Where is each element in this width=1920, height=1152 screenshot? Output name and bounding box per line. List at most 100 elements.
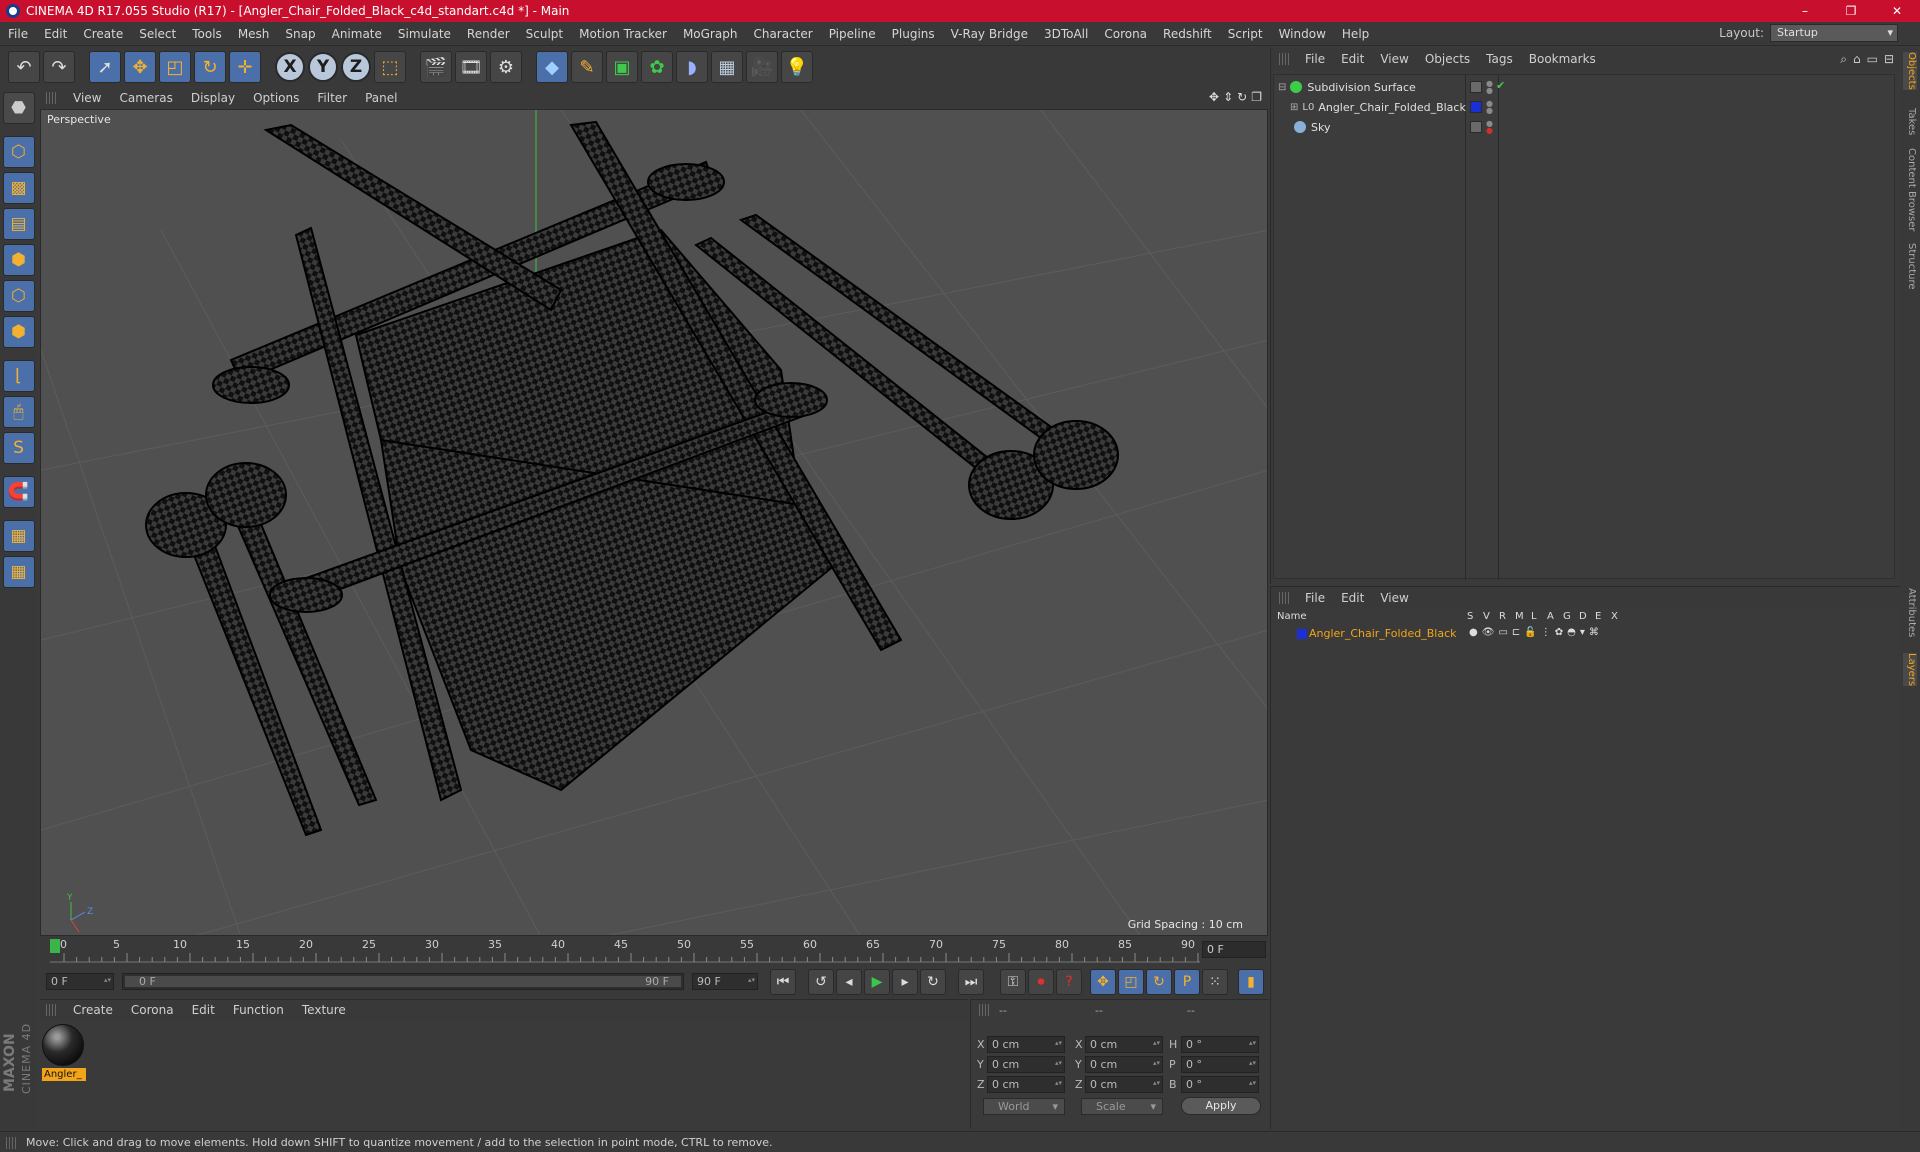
tab-takes[interactable]: Takes <box>1903 108 1917 135</box>
close-button[interactable]: ✕ <box>1874 0 1920 22</box>
editor-visibility-icon[interactable] <box>1470 121 1482 133</box>
snap-icon[interactable]: 🧲 <box>2 476 35 508</box>
column-view[interactable]: V <box>1483 611 1490 622</box>
panel-grip-icon[interactable] <box>46 1004 56 1016</box>
view-toggle-icon[interactable]: 👁 <box>1482 627 1495 638</box>
menu-pipeline[interactable]: Pipeline <box>821 27 884 41</box>
generator-toggle-icon[interactable]: ✿ <box>1555 627 1563 638</box>
menu-mograph[interactable]: MoGraph <box>675 27 746 41</box>
objects-menu-view[interactable]: View <box>1372 52 1416 66</box>
minimize-button[interactable]: – <box>1782 0 1828 22</box>
timeline-window-icon[interactable]: ▮ <box>1238 969 1264 995</box>
material-swatch[interactable]: Angler_ <box>42 1024 86 1082</box>
menu-motion-tracker[interactable]: Motion Tracker <box>571 27 675 41</box>
z-axis-lock-icon[interactable]: Z <box>341 52 371 82</box>
column-generators[interactable]: G <box>1563 611 1571 622</box>
menu-animate[interactable]: Animate <box>324 27 390 41</box>
material-menu-texture[interactable]: Texture <box>293 1003 355 1017</box>
preview-range-slider[interactable]: 0 F 90 F <box>122 973 684 990</box>
collapse-icon[interactable]: ⊟ <box>1278 82 1286 93</box>
render-picture-viewer-icon[interactable]: 🎞 <box>455 51 487 83</box>
cube-object-icon[interactable]: ◆ <box>536 51 568 83</box>
subdivision-surface-icon[interactable]: ▣ <box>606 51 638 83</box>
tab-content-browser[interactable]: Content Browser <box>1903 148 1917 231</box>
column-render[interactable]: R <box>1499 611 1506 622</box>
go-to-start-icon[interactable]: ⏮ <box>770 969 796 995</box>
menu-edit[interactable]: Edit <box>36 27 75 41</box>
previous-key-icon[interactable]: ↺ <box>808 969 834 995</box>
camera-icon[interactable]: 🎥 <box>746 51 778 83</box>
object-row-subdivision-surface[interactable]: ⊟ Subdivision Surface ● ● ✔ <box>1274 79 1896 95</box>
tab-attributes[interactable]: Attributes <box>1903 588 1917 637</box>
menu-snap[interactable]: Snap <box>277 27 323 41</box>
axis-mode-icon[interactable]: ⌊ <box>2 360 35 392</box>
home-icon[interactable]: ⌂ <box>1853 52 1861 67</box>
texture-mode-icon[interactable]: ▩ <box>2 172 35 204</box>
objects-menu-tags[interactable]: Tags <box>1478 52 1521 66</box>
tweak-mode-icon[interactable]: 🖱 <box>2 396 35 428</box>
play-forward-icon[interactable]: ▶ <box>864 969 890 995</box>
points-mode-icon[interactable]: ⬢ <box>2 244 35 276</box>
menu-simulate[interactable]: Simulate <box>390 27 459 41</box>
floor-icon[interactable]: ▦ <box>711 51 743 83</box>
object-row-sky[interactable]: Sky ● ● <box>1274 119 1896 135</box>
menu-redshift[interactable]: Redshift <box>1155 27 1220 41</box>
layers-menu-edit[interactable]: Edit <box>1333 591 1372 605</box>
panel-grip-icon[interactable] <box>979 1004 989 1016</box>
rotate-tool-icon[interactable]: ↻ <box>194 51 226 83</box>
pen-spline-icon[interactable]: ✎ <box>571 51 603 83</box>
size-mode-dropdown[interactable]: Scale <box>1081 1098 1163 1115</box>
live-selection-icon[interactable]: ➚ <box>89 51 121 83</box>
visibility-dots-icon[interactable]: ● ● <box>1486 100 1493 115</box>
layer-color-swatch[interactable] <box>1297 629 1307 639</box>
pan-view-icon[interactable]: ✥ <box>1209 90 1219 104</box>
undo-icon[interactable]: ↶ <box>8 51 40 83</box>
objects-menu-edit[interactable]: Edit <box>1333 52 1372 66</box>
scale-tool-icon[interactable]: ◰ <box>159 51 191 83</box>
lock-toggle-icon[interactable]: 🔓 <box>1524 627 1536 638</box>
column-deformers[interactable]: D <box>1579 611 1587 622</box>
previous-frame-icon[interactable]: ◂ <box>836 969 862 995</box>
key-pla-icon[interactable]: ⁙ <box>1202 969 1228 995</box>
column-locked[interactable]: L <box>1531 611 1537 622</box>
maximize-button[interactable]: ❐ <box>1828 0 1874 22</box>
edit-render-settings-icon[interactable]: ⚙ <box>490 51 522 83</box>
key-scale-icon[interactable]: ◰ <box>1118 969 1144 995</box>
render-view-icon[interactable]: 🎬 <box>420 51 452 83</box>
viewport-menu-display[interactable]: Display <box>182 91 244 105</box>
column-name[interactable]: Name <box>1277 611 1307 622</box>
toggle-view-icon[interactable]: ❐ <box>1251 90 1262 104</box>
menu-help[interactable]: Help <box>1334 27 1377 41</box>
tab-layers[interactable]: Layers <box>1903 653 1917 687</box>
menu-plugins[interactable]: Plugins <box>884 27 943 41</box>
expression-toggle-icon[interactable]: ▾ <box>1580 627 1585 638</box>
coordinate-system-icon[interactable]: ⬚ <box>374 51 406 83</box>
dolly-view-icon[interactable]: ⇕ <box>1223 90 1233 104</box>
animation-toggle-icon[interactable]: ⋮ <box>1541 627 1551 638</box>
layer-color-icon[interactable] <box>1470 101 1482 113</box>
viewport-menu-cameras[interactable]: Cameras <box>110 91 181 105</box>
y-axis-lock-icon[interactable]: Y <box>308 52 338 82</box>
3d-viewport[interactable]: Y Z Perspective Grid Spacing : 10 cm <box>40 109 1268 936</box>
tab-structure[interactable]: Structure <box>1903 243 1917 290</box>
record-keys-icon[interactable]: ⚿ <box>1000 969 1026 995</box>
objects-menu-bookmarks[interactable]: Bookmarks <box>1521 52 1604 66</box>
deformer-icon[interactable]: ◗ <box>676 51 708 83</box>
panel-grip-icon[interactable] <box>1279 592 1289 604</box>
menu-script[interactable]: Script <box>1220 27 1271 41</box>
move-tool-icon[interactable]: ✥ <box>124 51 156 83</box>
material-menu-corona[interactable]: Corona <box>122 1003 183 1017</box>
edges-mode-icon[interactable]: ⬡ <box>2 280 35 312</box>
key-parameter-icon[interactable]: P <box>1174 969 1200 995</box>
current-frame-field[interactable]: 0 F <box>1202 941 1266 958</box>
column-animation[interactable]: A <box>1547 611 1554 622</box>
next-key-icon[interactable]: ↻ <box>920 969 946 995</box>
viewport-menu-panel[interactable]: Panel <box>356 91 406 105</box>
timeline-ruler[interactable]: 0 5 10 15 20 25 30 35 40 45 50 55 60 65 … <box>40 937 1268 963</box>
xref-toggle-icon[interactable]: ⌘ <box>1589 627 1599 638</box>
cloner-icon[interactable]: ✿ <box>641 51 673 83</box>
make-editable-icon[interactable]: ⬣ <box>2 92 35 124</box>
layers-menu-view[interactable]: View <box>1372 591 1416 605</box>
panel-expand-icon[interactable]: ⊟ <box>1884 52 1894 67</box>
position-z-field[interactable]: 0 cm <box>987 1076 1065 1093</box>
